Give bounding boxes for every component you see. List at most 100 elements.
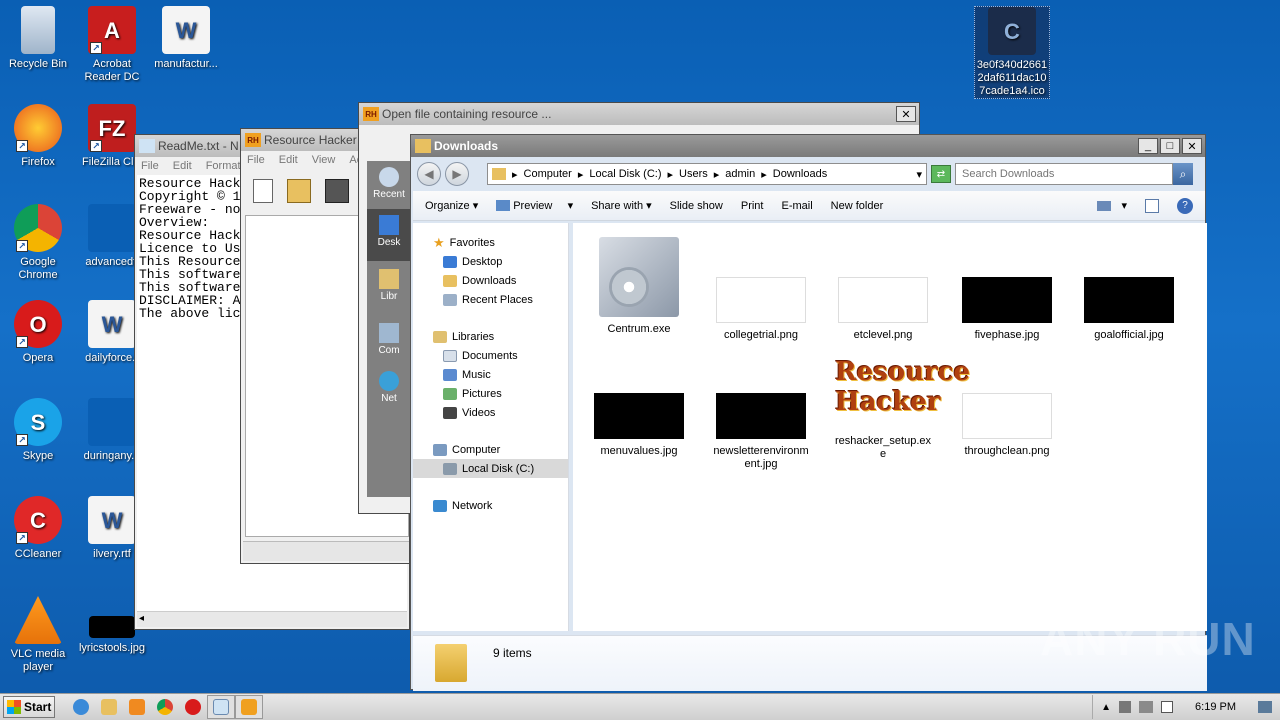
nav-music[interactable]: Music <box>413 365 568 384</box>
nav-downloads[interactable]: Downloads <box>413 271 568 290</box>
places-network[interactable]: Net <box>367 365 411 413</box>
flag-icon[interactable] <box>1161 701 1174 713</box>
places-label: Desk <box>377 237 401 248</box>
menu-format[interactable]: Format <box>206 160 241 172</box>
folder-icon <box>492 168 506 180</box>
taskbar-media-player[interactable] <box>123 695 151 719</box>
explorer-window[interactable]: Downloads _ □ ✕ ◀ ▶ ▸ Computer ▸ Local D… <box>410 134 1207 691</box>
item-count: 9 items <box>493 646 532 660</box>
file-item[interactable]: menuvalues.jpg <box>589 353 689 458</box>
places-libraries[interactable]: Libr <box>367 261 411 317</box>
share-with-button[interactable]: Share with ▾ <box>591 199 652 212</box>
taskbar-notepad[interactable] <box>207 695 235 719</box>
email-button[interactable]: E-mail <box>781 200 812 212</box>
notepad-hscrollbar[interactable]: ◂ <box>137 611 407 627</box>
taskbar-explorer[interactable] <box>95 695 123 719</box>
taskbar-reshacker[interactable] <box>235 695 263 719</box>
desktop-icon-label: 3e0f340d2661 2daf611dac10 7cade1a4.ico <box>976 59 1048 97</box>
preview-pane-icon[interactable] <box>1145 198 1159 213</box>
menu-edit[interactable]: Edit <box>279 154 298 166</box>
close-icon[interactable]: ✕ <box>896 106 916 122</box>
desktop-icon-acrobat[interactable]: A ↗ Acrobat Reader DC <box>74 6 150 84</box>
scroll-left-arrow-icon[interactable]: ◂ <box>139 613 144 624</box>
menu-edit[interactable]: Edit <box>173 160 192 172</box>
refresh-icon[interactable]: ⇄ <box>931 165 951 183</box>
forward-arrow-icon[interactable]: ▶ <box>445 162 469 186</box>
show-desktop-icon[interactable] <box>1258 701 1272 713</box>
slide-show-button[interactable]: Slide show <box>670 200 723 212</box>
nav-pictures[interactable]: Pictures <box>413 384 568 403</box>
nav-network[interactable]: Network <box>413 496 568 515</box>
file-item[interactable]: goalofficial.jpg <box>1079 237 1179 342</box>
network-tray-icon[interactable] <box>1139 701 1154 713</box>
breadcrumb-computer[interactable]: Computer <box>524 168 572 180</box>
nav-local-disk[interactable]: Local Disk (C:) <box>413 459 568 478</box>
desktop-icon-chrome[interactable]: ↗ Google Chrome <box>0 204 76 282</box>
desktop-icon-word-doc[interactable]: W manufactur... <box>148 6 224 71</box>
breadcrumb-admin[interactable]: admin <box>725 168 755 180</box>
places-recent[interactable]: Recent <box>367 161 411 209</box>
desktop-icon-ccleaner[interactable]: C ↗ CCleaner <box>0 496 76 561</box>
volume-icon[interactable] <box>1119 701 1132 713</box>
print-button[interactable]: Print <box>741 200 764 212</box>
new-file-icon[interactable] <box>253 179 273 203</box>
show-hidden-icons-icon[interactable]: ▲ <box>1101 702 1111 713</box>
new-folder-button[interactable]: New folder <box>831 200 884 212</box>
file-item[interactable]: collegetrial.png <box>711 237 811 342</box>
organize-button[interactable]: Organize ▾ <box>425 199 478 212</box>
file-item[interactable]: Centrum.exe <box>589 237 689 336</box>
clock[interactable]: 6:19 PM <box>1195 701 1236 713</box>
save-icon[interactable] <box>325 179 349 203</box>
file-list-pane[interactable]: Centrum.exe collegetrial.png etclevel.pn… <box>573 223 1207 631</box>
open-dialog-titlebar[interactable]: RH Open file containing resource ... ✕ <box>359 103 919 125</box>
file-item[interactable]: Resource Hacker reshacker_setup.exe <box>833 351 970 461</box>
libraries-icon <box>379 269 399 289</box>
menu-file[interactable]: File <box>247 154 265 166</box>
preview-button[interactable]: Preview ▾ <box>496 199 573 212</box>
desktop-icon-label: lyricstools.jpg <box>78 642 146 654</box>
taskbar-opera[interactable] <box>179 695 207 719</box>
file-item[interactable]: throughclean.png <box>957 353 1057 458</box>
desktop-icon-ico-file[interactable]: C 3e0f340d2661 2daf611dac10 7cade1a4.ico <box>974 6 1050 99</box>
places-desktop[interactable]: Desk <box>367 209 411 261</box>
desktop-icon-recycle-bin[interactable]: Recycle Bin <box>0 6 76 71</box>
taskbar-chrome[interactable] <box>151 695 179 719</box>
explorer-titlebar[interactable]: Downloads _ □ ✕ <box>411 135 1205 157</box>
nav-favorites[interactable]: ★ Favorites <box>413 233 568 252</box>
menu-file[interactable]: File <box>141 160 159 172</box>
desktop-icon-vlc[interactable]: VLC media player <box>0 596 76 674</box>
open-file-icon[interactable] <box>287 179 311 203</box>
places-computer[interactable]: Com <box>367 317 411 365</box>
nav-videos[interactable]: Videos <box>413 403 568 422</box>
desktop-icon-firefox[interactable]: ↗ Firefox <box>0 104 76 169</box>
breadcrumb-downloads[interactable]: Downloads <box>773 168 827 180</box>
close-icon[interactable]: ✕ <box>1182 138 1202 154</box>
desktop-icon-opera[interactable]: O ↗ Opera <box>0 300 76 365</box>
menu-view[interactable]: View <box>312 154 336 166</box>
nav-computer[interactable]: Computer <box>413 440 568 459</box>
file-item[interactable]: fivephase.jpg <box>957 237 1057 342</box>
change-view-icon[interactable] <box>1097 200 1112 211</box>
back-arrow-icon[interactable]: ◀ <box>417 162 441 186</box>
help-icon[interactable]: ? <box>1177 197 1193 214</box>
maximize-icon[interactable]: □ <box>1160 138 1180 154</box>
local-disk-icon <box>443 462 457 475</box>
view-dropdown-icon[interactable]: ▾ <box>1121 199 1127 212</box>
file-item[interactable]: newsletterenvironment.jpg <box>711 353 811 471</box>
desktop-icon-label: Acrobat Reader DC <box>84 58 140 83</box>
file-item[interactable]: etclevel.png <box>833 237 933 342</box>
search-icon[interactable]: ⌕ <box>1173 163 1193 185</box>
search-input[interactable] <box>955 163 1173 185</box>
nav-libraries[interactable]: Libraries <box>413 327 568 346</box>
taskbar-ie[interactable] <box>67 695 95 719</box>
desktop-icon-skype[interactable]: S ↗ Skype <box>0 398 76 463</box>
breadcrumb-users[interactable]: Users <box>679 168 708 180</box>
start-button[interactable]: Start <box>3 696 55 718</box>
minimize-icon[interactable]: _ <box>1138 138 1158 154</box>
address-bar[interactable]: ▸ Computer ▸ Local Disk (C:) ▸ Users ▸ a… <box>487 163 927 185</box>
breadcrumb-local-disk[interactable]: Local Disk (C:) <box>589 168 661 180</box>
nav-desktop[interactable]: Desktop <box>413 252 568 271</box>
nav-recent-places[interactable]: Recent Places <box>413 290 568 309</box>
nav-documents[interactable]: Documents <box>413 346 568 365</box>
address-dropdown-icon[interactable]: ▾ <box>916 168 922 181</box>
